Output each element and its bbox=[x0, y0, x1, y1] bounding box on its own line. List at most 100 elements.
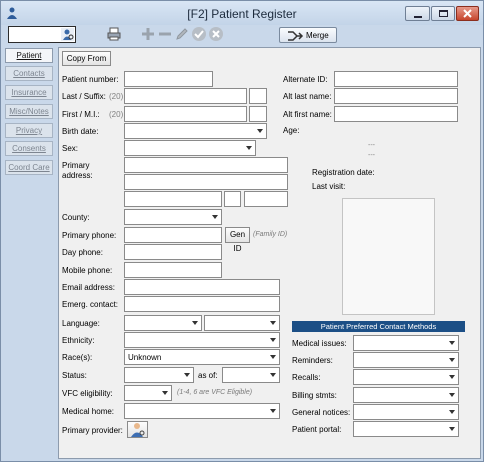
tab-consents[interactable]: Consents bbox=[5, 141, 53, 156]
primary-provider-button[interactable] bbox=[127, 421, 148, 438]
email-label: Email address: bbox=[62, 283, 115, 292]
cancel-icon[interactable] bbox=[208, 26, 224, 42]
merge-label: Merge bbox=[306, 31, 329, 40]
race-label: Race(s): bbox=[62, 353, 93, 362]
patient-search-input[interactable] bbox=[8, 26, 76, 43]
add-icon[interactable] bbox=[140, 26, 156, 42]
vfc-eligibility-hint: (1-4, 6 are VFC Eligible) bbox=[177, 389, 253, 396]
day-phone-field[interactable] bbox=[124, 244, 222, 260]
first-name-length-hint: (20) bbox=[109, 110, 124, 119]
mobile-phone-field[interactable] bbox=[124, 262, 222, 278]
patient-form: Copy From Patient number: Last / Suffix:… bbox=[58, 47, 481, 459]
tab-insurance[interactable]: Insurance bbox=[5, 85, 53, 100]
email-field[interactable] bbox=[124, 279, 280, 295]
county-label: County: bbox=[62, 213, 90, 222]
middle-initial-field[interactable] bbox=[249, 106, 267, 122]
patient-portal-select[interactable] bbox=[353, 421, 459, 437]
alt-last-name-field[interactable] bbox=[334, 88, 458, 104]
address-line2-field[interactable] bbox=[124, 174, 288, 190]
ethnicity-select[interactable] bbox=[124, 332, 280, 348]
general-notices-select[interactable] bbox=[353, 404, 459, 420]
primary-phone-label: Primary phone: bbox=[62, 231, 117, 240]
reminders-label: Reminders: bbox=[292, 356, 333, 365]
maximize-icon bbox=[439, 10, 448, 17]
copy-from-button[interactable]: Copy From bbox=[62, 51, 111, 66]
print-icon[interactable] bbox=[106, 26, 122, 42]
county-select[interactable] bbox=[124, 209, 222, 225]
minimize-button[interactable] bbox=[405, 6, 430, 21]
language-select[interactable] bbox=[124, 315, 202, 331]
as-of-label: as of: bbox=[198, 371, 218, 380]
suffix-field[interactable] bbox=[249, 88, 267, 104]
last-name-field[interactable] bbox=[124, 88, 247, 104]
edit-icon[interactable] bbox=[174, 26, 190, 42]
zip-field[interactable] bbox=[244, 191, 288, 207]
reminders-select[interactable] bbox=[353, 352, 459, 368]
birth-date-picker[interactable] bbox=[124, 123, 267, 139]
state-field[interactable] bbox=[224, 191, 241, 207]
race-select[interactable]: Unknown bbox=[124, 349, 280, 365]
billing-stmts-select[interactable] bbox=[353, 387, 459, 403]
gen-id-button[interactable]: Gen ID bbox=[225, 227, 250, 253]
emerg-contact-field[interactable] bbox=[124, 296, 280, 312]
last-suffix-label: Last / Suffix: bbox=[62, 92, 106, 101]
tab-privacy[interactable]: Privacy bbox=[5, 123, 53, 138]
patient-number-field[interactable] bbox=[124, 71, 213, 87]
last-visit-label: Last visit: bbox=[312, 182, 346, 191]
close-button[interactable] bbox=[456, 6, 479, 21]
day-phone-label: Day phone: bbox=[62, 248, 103, 257]
patient-portal-label: Patient portal: bbox=[292, 425, 342, 434]
primary-phone-field[interactable] bbox=[124, 227, 222, 243]
save-check-icon[interactable] bbox=[191, 26, 207, 42]
status-select[interactable] bbox=[124, 367, 194, 383]
patient-photo[interactable] bbox=[342, 198, 435, 315]
medical-home-label: Medical home: bbox=[62, 407, 115, 416]
sex-label: Sex: bbox=[62, 144, 79, 153]
tab-misc-notes[interactable]: Misc/Notes bbox=[5, 104, 53, 119]
address-line1-field[interactable] bbox=[124, 157, 288, 173]
first-mi-label: First / M.I.: bbox=[62, 110, 100, 119]
preferred-contact-methods-header: Patient Preferred Contact Methods bbox=[292, 321, 465, 332]
city-field[interactable] bbox=[124, 191, 222, 207]
alt-last-name-label: Alt last name: bbox=[283, 92, 332, 101]
mobile-phone-label: Mobile phone: bbox=[62, 266, 113, 275]
primary-provider-label: Primary provider: bbox=[62, 426, 123, 435]
title-bar: [F2] Patient Register bbox=[1, 1, 483, 25]
alt-first-name-label: Alt first name: bbox=[283, 110, 332, 119]
medical-home-select[interactable] bbox=[124, 403, 280, 419]
billing-stmts-label: Billing stmts: bbox=[292, 391, 337, 400]
vfc-eligibility-label: VFC eligibility: bbox=[62, 389, 113, 398]
merge-icon bbox=[288, 31, 304, 41]
tab-contacts[interactable]: Contacts bbox=[5, 66, 53, 81]
language-label: Language: bbox=[62, 319, 100, 328]
medical-issues-select[interactable] bbox=[353, 335, 459, 351]
remove-icon[interactable] bbox=[157, 26, 173, 42]
minimize-icon bbox=[414, 16, 422, 18]
first-name-field[interactable] bbox=[124, 106, 247, 122]
vfc-eligibility-select[interactable] bbox=[124, 385, 172, 401]
general-notices-label: General notices: bbox=[292, 408, 351, 417]
sidebar: Patient Contacts Insurance Misc/Notes Pr… bbox=[4, 47, 54, 457]
status-label: Status: bbox=[62, 371, 87, 380]
tab-coord-care[interactable]: Coord Care bbox=[5, 160, 53, 175]
recalls-label: Recalls: bbox=[292, 373, 321, 382]
age-months-placeholder: --- bbox=[368, 152, 375, 159]
age-label: Age: bbox=[283, 126, 300, 135]
alternate-id-label: Alternate ID: bbox=[283, 75, 328, 84]
toolbar: Merge bbox=[4, 25, 480, 45]
language-secondary-select[interactable] bbox=[204, 315, 280, 331]
provider-icon bbox=[131, 423, 145, 437]
maximize-button[interactable] bbox=[431, 6, 455, 21]
merge-button[interactable]: Merge bbox=[279, 27, 337, 43]
close-icon bbox=[463, 9, 472, 18]
family-id-hint: (Family ID) bbox=[253, 231, 288, 238]
alt-first-name-field[interactable] bbox=[334, 106, 458, 122]
sex-select[interactable] bbox=[124, 140, 256, 156]
alternate-id-field[interactable] bbox=[334, 71, 458, 87]
patient-lookup-icon bbox=[61, 28, 74, 41]
emerg-contact-label: Emerg. contact: bbox=[62, 300, 119, 309]
age-value-placeholder: --- bbox=[368, 142, 375, 149]
status-date-picker[interactable] bbox=[222, 367, 280, 383]
tab-patient[interactable]: Patient bbox=[5, 48, 53, 63]
recalls-select[interactable] bbox=[353, 369, 459, 385]
